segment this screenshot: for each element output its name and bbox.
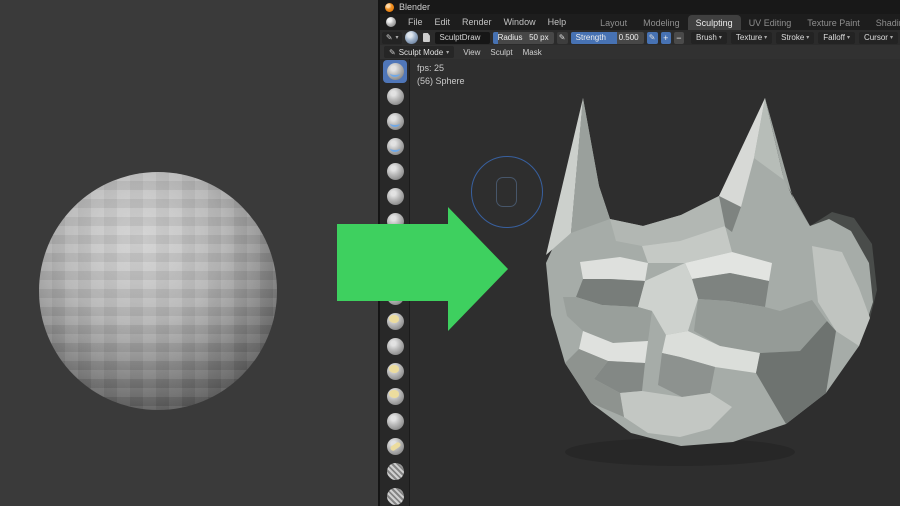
sculpt-mode-icon: ✎ — [389, 48, 396, 57]
mode-label: Sculpt Mode — [399, 48, 443, 57]
tab-layout[interactable]: Layout — [592, 15, 635, 30]
strength-value: 0.500 — [619, 33, 639, 42]
title-bar: Blender — [380, 0, 900, 14]
brush-settings-icon[interactable]: ✎ ▾ — [382, 32, 402, 44]
chevron-down-icon: ▾ — [396, 34, 399, 41]
strength-pressure-toggle[interactable]: ✎ — [647, 32, 658, 44]
subtract-button[interactable]: − — [674, 32, 684, 44]
chevron-down-icon: ▾ — [764, 34, 767, 41]
tool-settings-bar: ✎ ▾ SculptDraw Radius 50 px ✎ Strength 0… — [380, 30, 900, 45]
menu-bar: FileEditRenderWindowHelp LayoutModelingS… — [380, 14, 900, 30]
radius-label: Radius — [498, 33, 523, 42]
menu-window[interactable]: Window — [498, 15, 542, 29]
viewport-menus: ViewSculptMask — [458, 48, 547, 57]
strength-slider[interactable]: Strength 0.500 — [571, 32, 644, 44]
blender-menu-icon[interactable] — [386, 17, 396, 27]
popover-brush[interactable]: Brush▾ — [691, 32, 727, 44]
window-title: Blender — [399, 2, 430, 12]
brush-name-field[interactable]: SculptDraw — [435, 32, 490, 44]
popover-group: Brush▾Texture▾Stroke▾Falloff▾Cursor▾ — [691, 32, 898, 44]
green-arrow — [330, 200, 515, 340]
chevron-down-icon: ▾ — [806, 34, 809, 41]
popover-label: Cursor — [864, 33, 888, 42]
chevron-down-icon: ▾ — [446, 49, 449, 56]
radius-slider[interactable]: Radius 50 px — [493, 32, 554, 44]
tab-texture-paint[interactable]: Texture Paint — [799, 15, 868, 30]
menu-file[interactable]: File — [402, 15, 429, 29]
viewport-menu-mask[interactable]: Mask — [518, 48, 547, 57]
popover-label: Stroke — [781, 33, 804, 42]
brush-preview-icon[interactable] — [405, 31, 418, 44]
pen-icon: ✎ — [649, 33, 656, 42]
menu-help[interactable]: Help — [542, 15, 573, 29]
radius-pressure-toggle[interactable]: ✎ — [557, 32, 568, 44]
popover-label: Falloff — [823, 33, 845, 42]
tab-modeling[interactable]: Modeling — [635, 15, 688, 30]
tab-shading[interactable]: Shading — [868, 15, 900, 30]
new-brush-button[interactable] — [421, 32, 431, 44]
blender-logo-icon — [385, 3, 394, 12]
add-button[interactable]: + — [661, 32, 671, 44]
new-file-icon — [423, 33, 430, 42]
popover-label: Brush — [696, 33, 717, 42]
popover-stroke[interactable]: Stroke▾ — [776, 32, 814, 44]
brush-glyph-icon: ✎ — [386, 33, 393, 42]
workspace-tabs: LayoutModelingSculptingUV EditingTexture… — [592, 14, 900, 30]
chevron-down-icon: ▾ — [719, 34, 722, 41]
chevron-down-icon: ▾ — [890, 34, 893, 41]
pen-icon: ✎ — [559, 33, 566, 42]
popover-label: Texture — [736, 33, 762, 42]
tab-uv-editing[interactable]: UV Editing — [741, 15, 800, 30]
viewport-menu-view[interactable]: View — [458, 48, 485, 57]
strength-label: Strength — [576, 33, 606, 42]
app-menus: FileEditRenderWindowHelp — [402, 15, 572, 29]
popover-falloff[interactable]: Falloff▾ — [818, 32, 855, 44]
menu-render[interactable]: Render — [456, 15, 498, 29]
popover-texture[interactable]: Texture▾ — [731, 32, 772, 44]
before-viewport — [0, 0, 378, 506]
screenshot-root: Blender FileEditRenderWindowHelp LayoutM… — [0, 0, 900, 506]
popover-cursor[interactable]: Cursor▾ — [859, 32, 898, 44]
viewport-header: ✎ Sculpt Mode ▾ ViewSculptMask — [380, 45, 900, 59]
menu-edit[interactable]: Edit — [429, 15, 457, 29]
uv-sphere-model[interactable] — [39, 172, 277, 410]
mode-selector[interactable]: ✎ Sculpt Mode ▾ — [384, 46, 454, 58]
viewport-menu-sculpt[interactable]: Sculpt — [485, 48, 517, 57]
tab-sculpting[interactable]: Sculpting — [688, 15, 741, 30]
radius-value: 50 px — [529, 33, 549, 42]
chevron-down-icon: ▾ — [847, 34, 850, 41]
